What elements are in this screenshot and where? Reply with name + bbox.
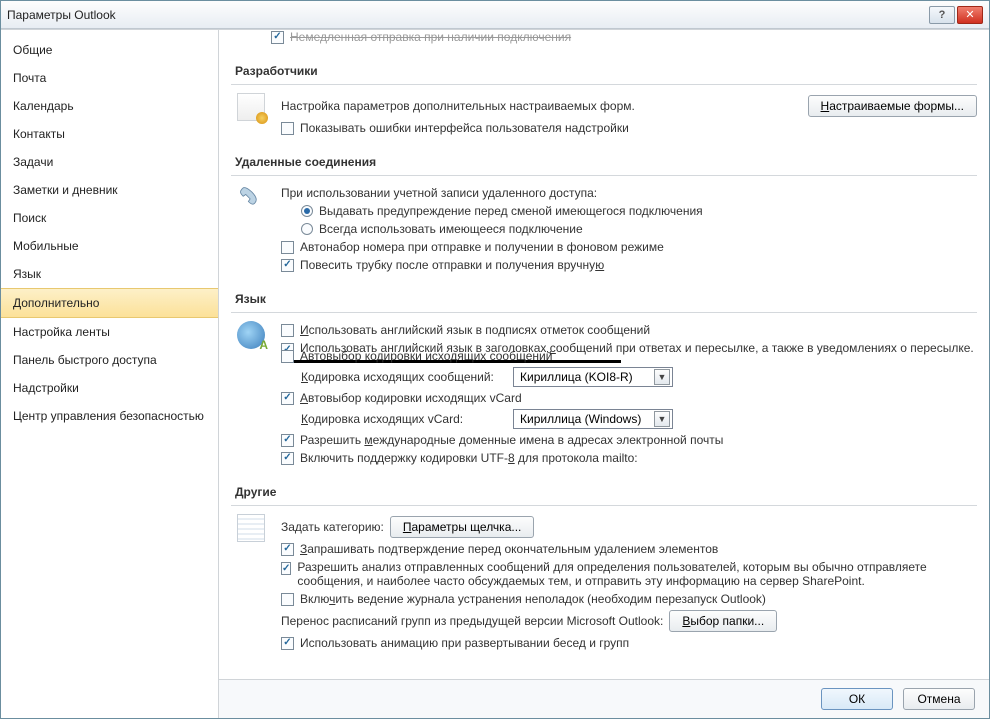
sidebar-item-general[interactable]: Общие bbox=[1, 36, 218, 64]
label-english-flags: Использовать английский язык в подписях … bbox=[300, 323, 650, 337]
help-button[interactable]: ? bbox=[929, 6, 955, 24]
sidebar: Общие Почта Календарь Контакты Задачи За… bbox=[1, 30, 219, 718]
close-button[interactable]: ✕ bbox=[957, 6, 983, 24]
checkbox-confirm-permanent-delete[interactable] bbox=[281, 543, 294, 556]
sidebar-item-notes[interactable]: Заметки и дневник bbox=[1, 176, 218, 204]
section-language: Использовать английский язык в подписях … bbox=[231, 313, 977, 467]
sidebar-item-mail[interactable]: Почта bbox=[1, 64, 218, 92]
section-header-dialup: Удаленные соединения bbox=[231, 147, 977, 176]
section-dialup: При использовании учетной записи удаленн… bbox=[231, 176, 977, 274]
dropdown-arrow-icon: ▼ bbox=[654, 369, 670, 385]
titlebar-buttons: ? ✕ bbox=[929, 6, 983, 24]
sidebar-item-contacts[interactable]: Контакты bbox=[1, 120, 218, 148]
section-header-other: Другие bbox=[231, 477, 977, 506]
label-troubleshoot-logging: Включить ведение журнала устранения непо… bbox=[300, 592, 766, 606]
globe-icon bbox=[231, 321, 271, 353]
label-auto-encoding-vcard: Автовыбор кодировки исходящих vCard bbox=[300, 391, 522, 405]
label-auto-encoding-outgoing: Автовыбор кодировки исходящих сообщений bbox=[300, 349, 552, 363]
outlook-options-dialog: Параметры Outlook ? ✕ Общие Почта Календ… bbox=[0, 0, 990, 719]
label-analyze-sent: Разрешить анализ отправленных сообщений … bbox=[297, 560, 977, 588]
other-icon bbox=[231, 514, 271, 546]
phone-icon bbox=[231, 184, 271, 216]
sidebar-item-trustcenter[interactable]: Центр управления безопасностью bbox=[1, 402, 218, 430]
label-hangup: Повесить трубку после отправки и получен… bbox=[300, 258, 604, 272]
sidebar-item-search[interactable]: Поиск bbox=[1, 204, 218, 232]
cancel-button[interactable]: Отмена bbox=[903, 688, 975, 710]
checkbox-auto-encoding-outgoing[interactable] bbox=[281, 350, 294, 363]
checkbox-allow-idn[interactable] bbox=[281, 434, 294, 447]
checkbox-hangup[interactable] bbox=[281, 259, 294, 272]
sidebar-item-tasks[interactable]: Задачи bbox=[1, 148, 218, 176]
form-icon bbox=[231, 93, 271, 125]
section-header-developers: Разработчики bbox=[231, 56, 977, 85]
section-developers: Настройка параметров дополнительных наст… bbox=[231, 85, 977, 137]
select-vcard-encoding[interactable]: Кириллица (Windows) ▼ bbox=[513, 409, 673, 429]
checkbox-auto-dial[interactable] bbox=[281, 241, 294, 254]
window-title: Параметры Outlook bbox=[7, 8, 929, 22]
select-outgoing-encoding[interactable]: Кириллица (KOI8-R) ▼ bbox=[513, 367, 673, 387]
section-header-language: Язык bbox=[231, 284, 977, 313]
sidebar-item-advanced[interactable]: Дополнительно bbox=[1, 288, 218, 318]
radio-always-use[interactable] bbox=[301, 223, 313, 235]
content-wrap: Немедленная отправка при наличии подключ… bbox=[219, 30, 989, 718]
checkbox-use-animation[interactable] bbox=[281, 637, 294, 650]
titlebar: Параметры Outlook ? ✕ bbox=[1, 1, 989, 29]
checkbox-immediate-send[interactable] bbox=[271, 31, 284, 44]
label-auto-dial: Автонабор номера при отправке и получени… bbox=[300, 240, 664, 254]
label-migrate-schedules: Перенос расписаний групп из предыдущей в… bbox=[281, 614, 663, 628]
sidebar-item-ribbon[interactable]: Настройка ленты bbox=[1, 318, 218, 346]
sidebar-item-qat[interactable]: Панель быстрого доступа bbox=[1, 346, 218, 374]
label-outgoing-encoding: Кодировка исходящих сообщений: bbox=[301, 370, 507, 384]
radio-warn-switch[interactable] bbox=[301, 205, 313, 217]
dev-intro: Настройка параметров дополнительных наст… bbox=[281, 99, 635, 113]
click-parameters-button[interactable]: Параметры щелчка... bbox=[390, 516, 535, 538]
sidebar-item-calendar[interactable]: Календарь bbox=[1, 92, 218, 120]
label-allow-idn: Разрешить международные доменные имена в… bbox=[300, 433, 723, 447]
sidebar-item-addins[interactable]: Надстройки bbox=[1, 374, 218, 402]
dialup-intro: При использовании учетной записи удаленн… bbox=[281, 186, 597, 200]
checkbox-english-flags[interactable] bbox=[281, 324, 294, 337]
dialog-footer: ОК Отмена bbox=[219, 679, 989, 718]
sidebar-item-language[interactable]: Язык bbox=[1, 260, 218, 288]
dialog-body: Общие Почта Календарь Контакты Задачи За… bbox=[1, 29, 989, 718]
label-show-addin-errors: Показывать ошибки интерфейса пользовател… bbox=[300, 121, 629, 135]
label-confirm-permanent-delete: Запрашивать подтверждение перед окончате… bbox=[300, 542, 718, 556]
checkbox-troubleshoot-logging[interactable] bbox=[281, 593, 294, 606]
content-pane: Немедленная отправка при наличии подключ… bbox=[219, 30, 989, 679]
dropdown-arrow-icon: ▼ bbox=[654, 411, 670, 427]
checkbox-auto-encoding-vcard[interactable] bbox=[281, 392, 294, 405]
label-use-animation: Использовать анимацию при развертывании … bbox=[300, 636, 629, 650]
checkbox-utf8-mailto[interactable] bbox=[281, 452, 294, 465]
custom-forms-button[interactable]: Настраиваемые формы... bbox=[808, 95, 977, 117]
checkbox-analyze-sent[interactable] bbox=[281, 562, 291, 575]
label-warn-switch: Выдавать предупреждение перед сменой име… bbox=[319, 204, 703, 218]
truncated-prev-option: Немедленная отправка при наличии подключ… bbox=[231, 30, 977, 46]
ok-button[interactable]: ОК bbox=[821, 688, 893, 710]
label-always-use: Всегда использовать имеющееся подключени… bbox=[319, 222, 583, 236]
sidebar-item-mobile[interactable]: Мобильные bbox=[1, 232, 218, 260]
label-utf8-mailto: Включить поддержку кодировки UTF-8 для п… bbox=[300, 451, 638, 465]
label-vcard-encoding: Кодировка исходящих vCard: bbox=[301, 412, 507, 426]
section-other: Задать категорию: Параметры щелчка... За… bbox=[231, 506, 977, 652]
select-folder-button[interactable]: Выбор папки... bbox=[669, 610, 777, 632]
label-set-category: Задать категорию: bbox=[281, 520, 384, 534]
checkbox-show-addin-errors[interactable] bbox=[281, 122, 294, 135]
